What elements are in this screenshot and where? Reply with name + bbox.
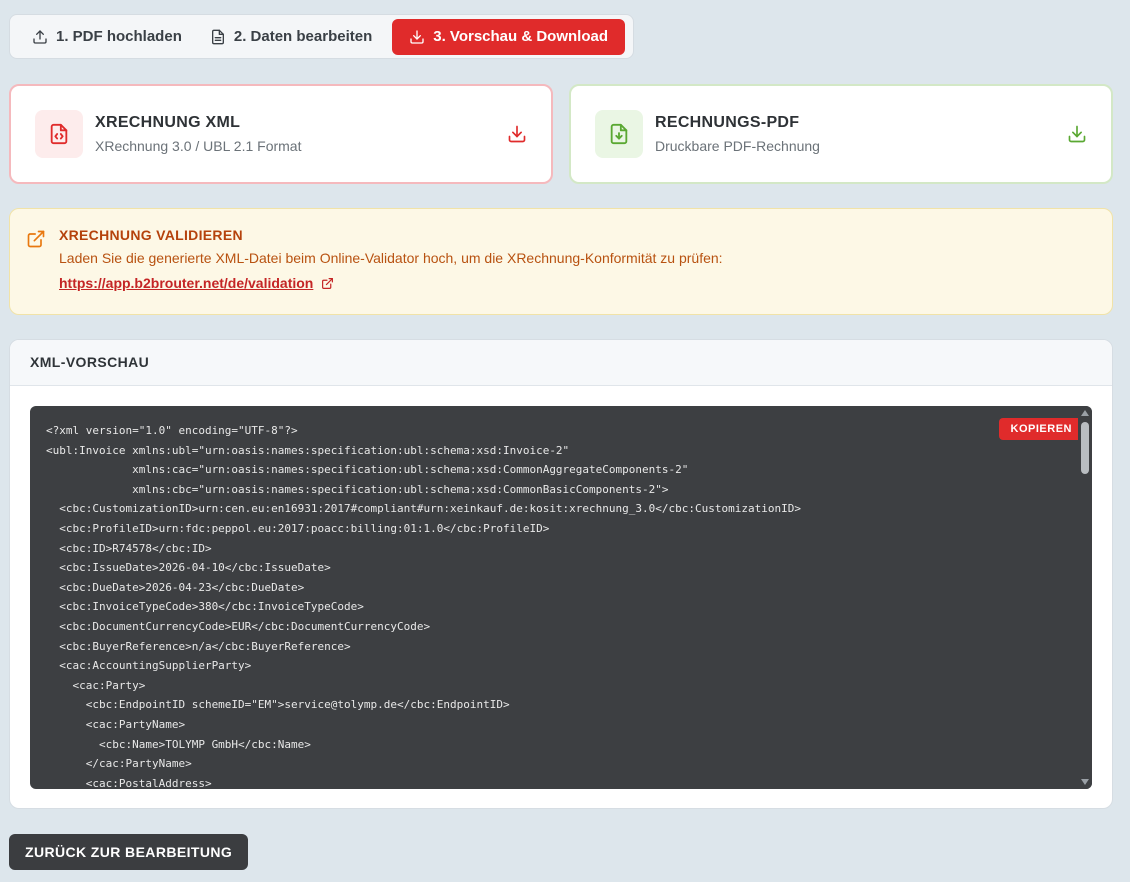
- code-line: <cac:Party>: [46, 678, 146, 692]
- code-line: <cac:AccountingSupplierParty>: [46, 659, 252, 673]
- code-line: </cac:PartyName>: [46, 757, 192, 771]
- step-navigation: 1. PDF hochladen 2. Daten bearbeiten 3. …: [9, 14, 634, 59]
- code-line: <cbc:ID>R74578</cbc:ID>: [46, 541, 212, 555]
- copy-button[interactable]: KOPIEREN: [998, 418, 1084, 440]
- step-label: 2. Daten bearbeiten: [233, 28, 373, 45]
- xml-preview-panel: XML-VORSCHAU <?xml version="1.0" encodin…: [9, 339, 1113, 809]
- xml-code-block[interactable]: <?xml version="1.0" encoding="UTF-8"?> <u…: [30, 406, 1092, 789]
- upload-icon: [33, 29, 47, 44]
- document-icon: [211, 29, 224, 44]
- external-link-icon: [322, 277, 334, 289]
- code-line: <cbc:EndpointID schemeID="EM">service@to…: [46, 698, 510, 712]
- scroll-thumb[interactable]: [1081, 422, 1089, 474]
- code-line: <cbc:ProfileID>urn:fdc:peppol.eu:2017:po…: [46, 521, 550, 535]
- code-line: <cbc:InvoiceTypeCode>380</cbc:InvoiceTyp…: [46, 600, 364, 614]
- preview-title: XML-VORSCHAU: [10, 340, 1112, 386]
- back-to-edit-button[interactable]: ZURÜCK ZUR BEARBEITUNG: [9, 834, 249, 870]
- code-line: <cac:PartyName>: [46, 717, 186, 731]
- code-line: <cbc:DocumentCurrencyCode>EUR</cbc:Docum…: [46, 619, 431, 633]
- step-label: 3. Vorschau & Download: [433, 28, 608, 45]
- validation-notice: XRECHNUNG VALIDIEREN Laden Sie die gener…: [9, 208, 1113, 315]
- step-edit-data[interactable]: 2. Daten bearbeiten: [196, 19, 386, 55]
- code-scrollbar[interactable]: [1078, 406, 1092, 789]
- step-preview-download[interactable]: 3. Vorschau & Download: [392, 18, 625, 55]
- code-file-icon: [35, 110, 83, 158]
- code-line: <cac:PostalAddress>: [46, 776, 212, 789]
- code-line: <cbc:Name>TOLYMP GmbH</cbc:Name>: [46, 737, 311, 751]
- card-title: XRECHNUNG XML: [95, 114, 241, 131]
- step-label: 1. PDF hochladen: [56, 28, 182, 45]
- code-line: <cbc:CustomizationID>urn:cen.eu:en16931:…: [46, 502, 801, 516]
- download-icon[interactable]: [507, 124, 527, 144]
- code-line: <cbc:IssueDate>2026-04-10</cbc:IssueDate…: [46, 561, 331, 575]
- notice-text: Laden Sie die generierte XML-Datei beim …: [59, 250, 723, 266]
- code-line: <?xml version="1.0" encoding="UTF-8"?>: [46, 424, 298, 437]
- scroll-up-arrow-icon[interactable]: [1081, 410, 1089, 416]
- external-link-icon: [26, 227, 46, 314]
- xml-code: <?xml version="1.0" encoding="UTF-8"?> <u…: [30, 406, 1092, 789]
- code-line: <ubl:Invoice xmlns:ubl="urn:oasis:names:…: [46, 443, 570, 457]
- card-subtitle: XRechnung 3.0 / UBL 2.1 Format: [95, 138, 302, 154]
- pdf-download-icon: [595, 110, 643, 158]
- code-line: <cbc:DueDate>2026-04-23</cbc:DueDate>: [46, 580, 305, 594]
- card-subtitle: Druckbare PDF-Rechnung: [655, 138, 820, 154]
- download-icon: [410, 29, 424, 44]
- step-pdf-upload[interactable]: 1. PDF hochladen: [18, 19, 196, 55]
- xrechnung-xml-download-card[interactable]: XRECHNUNG XML XRechnung 3.0 / UBL 2.1 Fo…: [9, 84, 553, 184]
- code-line: <cbc:BuyerReference>n/a</cbc:BuyerRefere…: [46, 639, 351, 653]
- card-title: RECHNUNGS-PDF: [655, 114, 800, 131]
- download-icon[interactable]: [1067, 124, 1087, 144]
- validator-link-text[interactable]: https://app.b2brouter.net/de/validation: [59, 275, 313, 291]
- rechnungs-pdf-download-card[interactable]: RECHNUNGS-PDF Druckbare PDF-Rechnung: [569, 84, 1113, 184]
- code-line: xmlns:cac="urn:oasis:names:specification…: [46, 463, 689, 477]
- scroll-down-arrow-icon[interactable]: [1081, 779, 1089, 785]
- validator-link[interactable]: https://app.b2brouter.net/de/validation: [59, 275, 334, 291]
- code-line: xmlns:cbc="urn:oasis:names:specification…: [46, 482, 669, 496]
- notice-title: XRECHNUNG VALIDIEREN: [59, 227, 243, 243]
